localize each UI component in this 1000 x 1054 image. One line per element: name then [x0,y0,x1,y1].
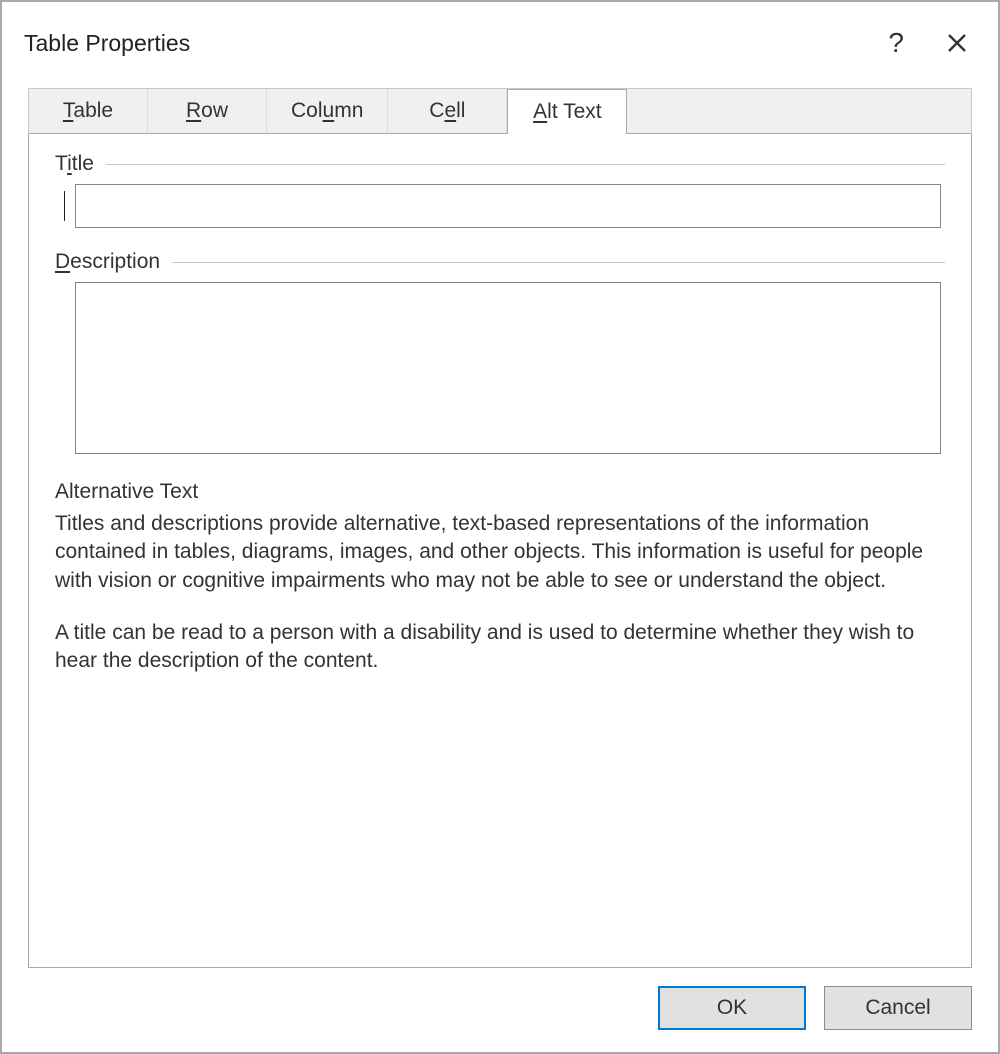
description-field-wrap [55,282,945,460]
ok-button[interactable]: OK [658,986,806,1030]
tabstrip: Table Row Column Cell Alt Text [28,88,972,134]
dialog-footer: OK Cancel [2,968,998,1052]
dialog-client: Table Row Column Cell Alt Text [2,78,998,968]
tab-table[interactable]: Table [29,89,148,133]
tab-row[interactable]: Row [148,89,267,133]
description-label: Description [55,250,160,274]
cancel-button[interactable]: Cancel [824,986,972,1030]
description-rule [172,262,945,263]
tab-column[interactable]: Column [267,89,388,133]
tabpanel-alt-text: Title Description Alternative Text Title… [28,134,972,968]
tab-alt-text[interactable]: Alt Text [507,89,627,134]
close-icon[interactable] [944,30,970,56]
alt-text-paragraph-1: Titles and descriptions provide alternat… [55,510,945,595]
title-label: Title [55,152,94,176]
table-properties-dialog: Table Properties ? Table Row Colu [0,0,1000,1054]
tab-cell[interactable]: Cell [388,89,507,133]
description-textarea[interactable] [75,282,941,454]
alt-text-heading: Alternative Text [55,480,945,504]
alt-text-paragraph-2: A title can be read to a person with a d… [55,619,945,676]
tabstrip-wrap: Table Row Column Cell Alt Text [28,88,972,134]
title-group-header: Title [55,152,945,176]
description-group-header: Description [55,250,945,274]
title-rule [106,164,945,165]
title-field-wrap [55,184,945,228]
titlebar-controls: ? [888,29,980,57]
titlebar: Table Properties ? [2,2,998,78]
title-caret [64,191,65,221]
title-input[interactable] [75,184,941,228]
help-icon[interactable]: ? [888,29,904,57]
dialog-title: Table Properties [24,30,190,57]
